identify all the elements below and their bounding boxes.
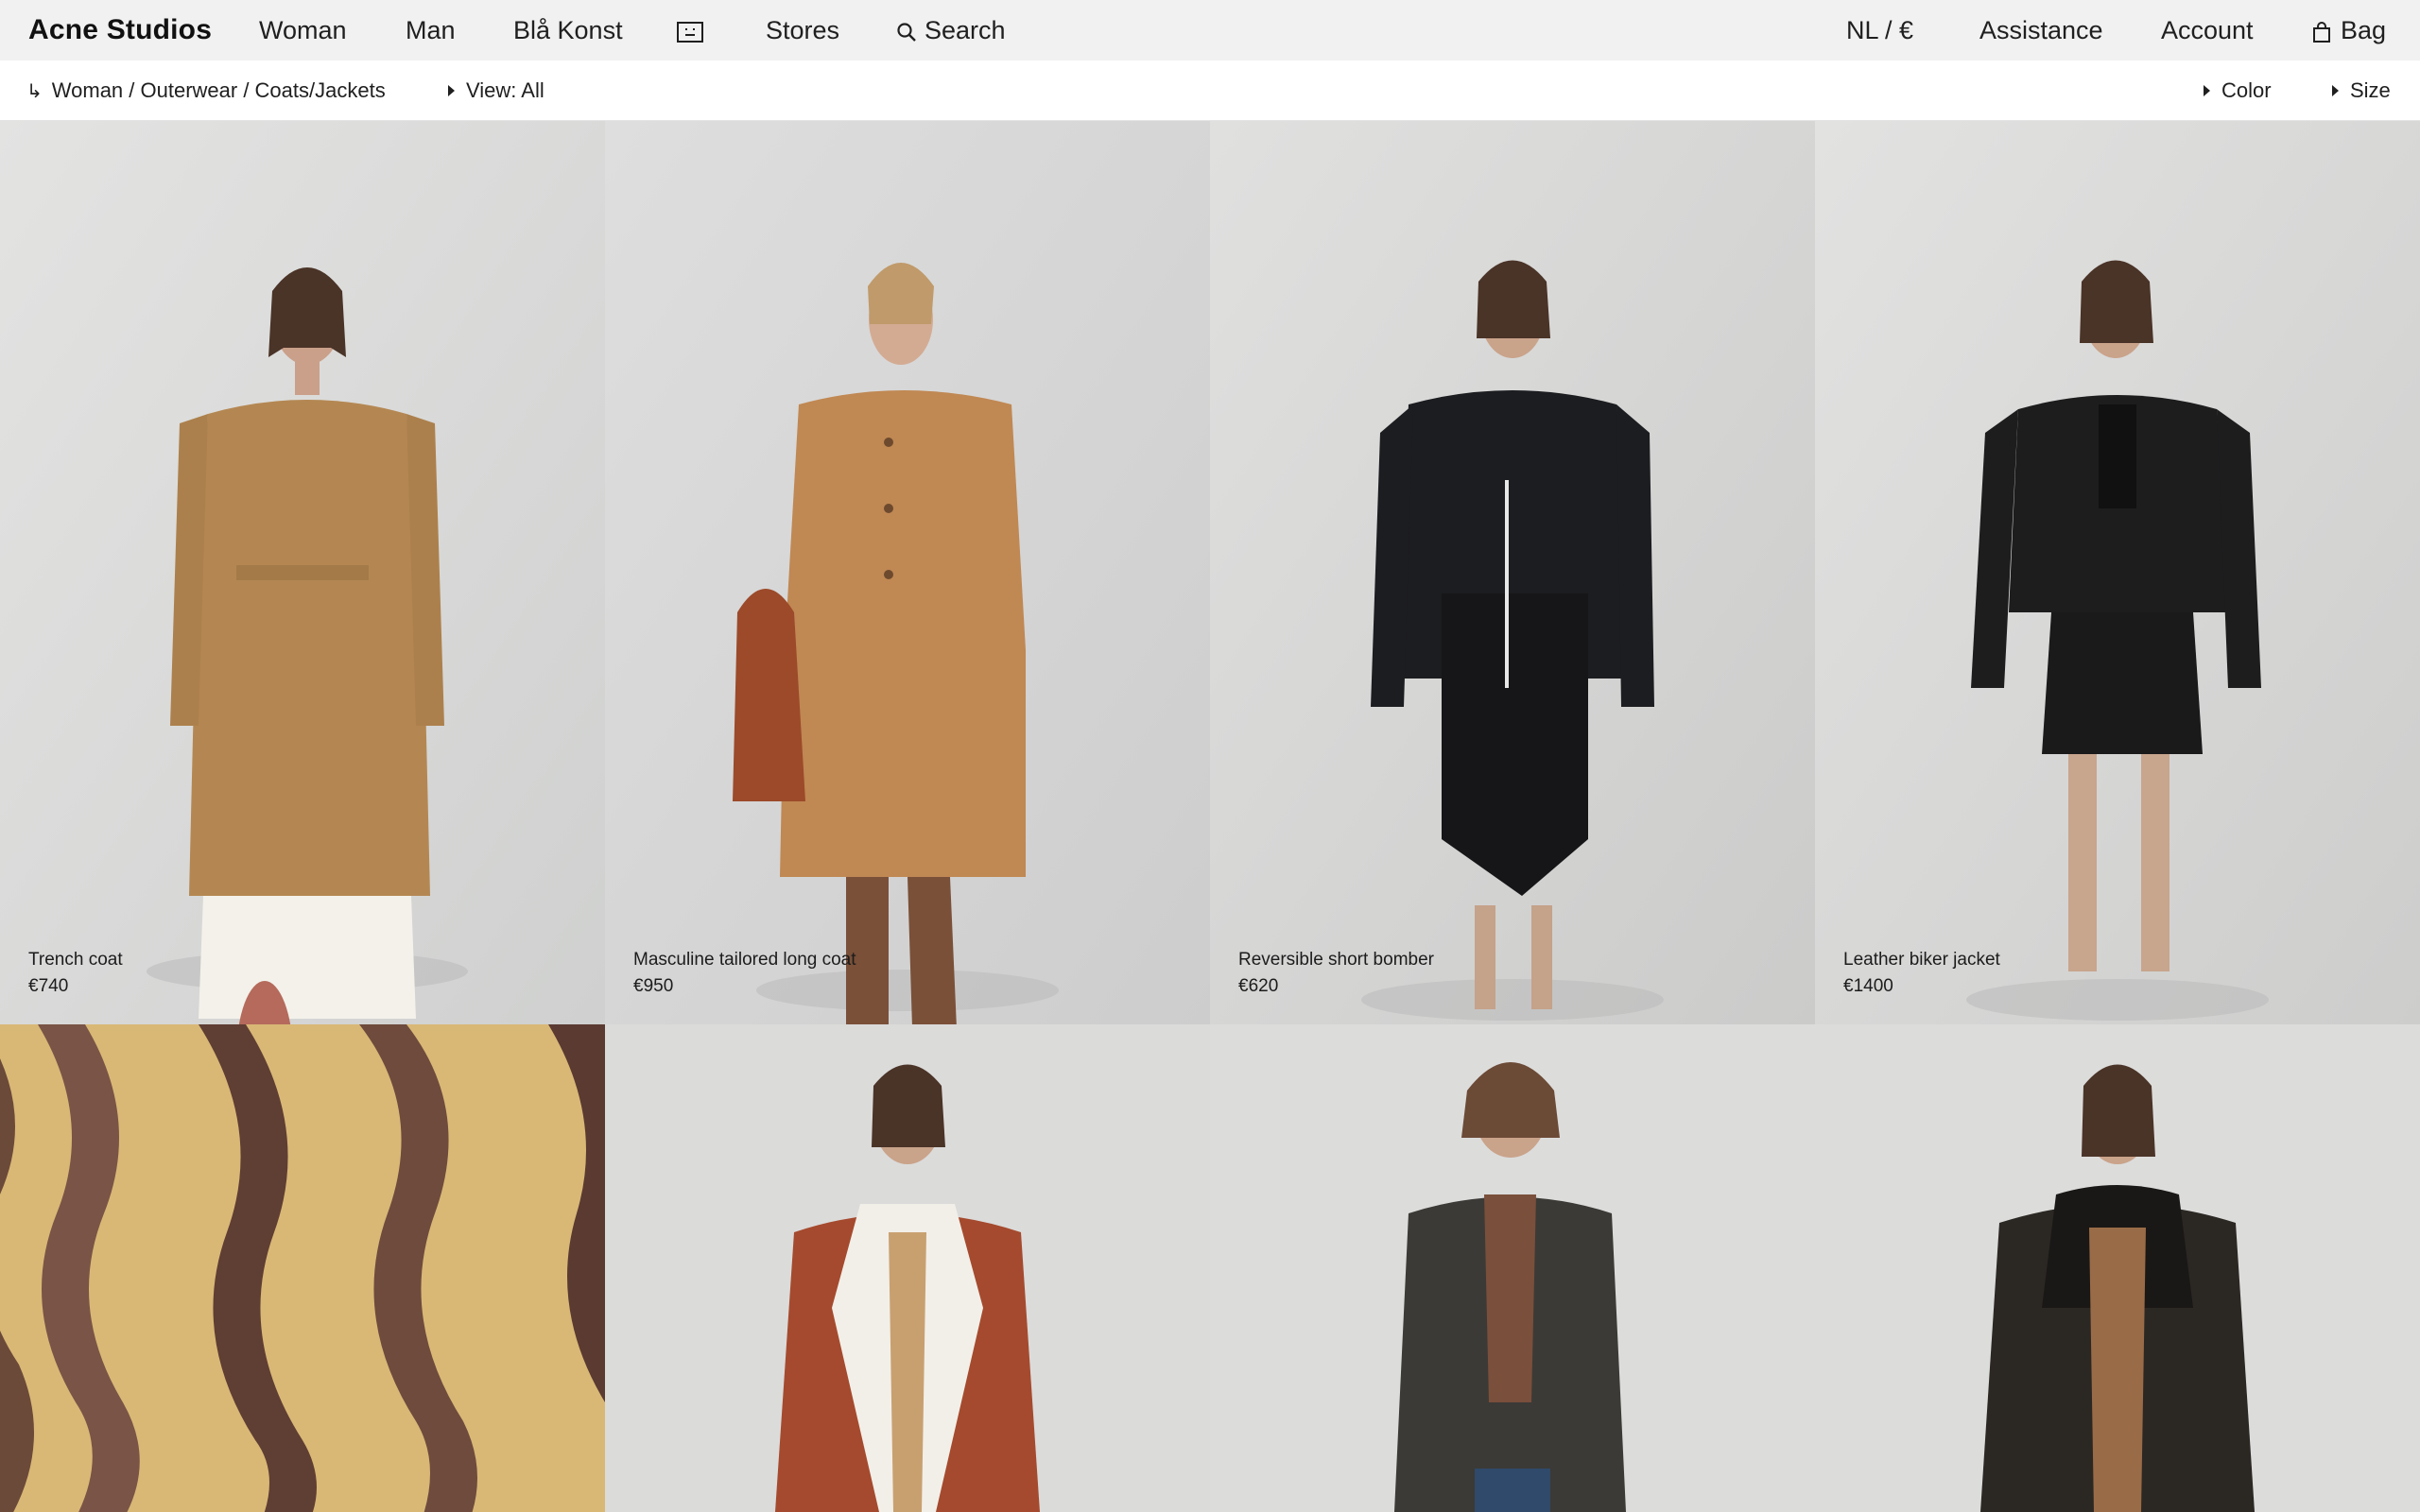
product-card[interactable]: Trench coat €740 [0,121,605,1024]
caret-right-icon [2204,85,2210,96]
bag-label: Bag [2341,16,2387,44]
color-filter[interactable]: Color [2204,60,2272,121]
product-name: Trench coat [28,950,123,970]
search-label: Search [925,16,1006,44]
locale-selector[interactable]: NL / € [1846,0,1913,60]
product-card[interactable]: Masculine tailored long coat €950 [605,121,1210,1024]
caret-right-icon [448,85,455,96]
product-name: Masculine tailored long coat [633,950,856,970]
product-image [605,1024,1210,1512]
product-card[interactable] [605,1024,1210,1512]
product-price: €950 [633,976,674,996]
bag-button[interactable]: Bag [2312,0,2386,60]
product-card[interactable] [1815,1024,2420,1512]
nav-item-man[interactable]: Man [406,0,456,60]
product-name: Leather biker jacket [1843,950,2000,970]
product-image [1815,121,2420,1024]
product-image [1210,1024,1815,1512]
search-icon [897,23,916,42]
nav-item-woman[interactable]: Woman [259,0,347,60]
product-card[interactable]: Leather biker jacket €1400 [1815,121,2420,1024]
top-navigation: Acne Studios Woman Man Blå Konst Stores … [0,0,2420,60]
product-image [1815,1024,2420,1512]
search-button[interactable]: Search [896,0,1006,60]
nav-item-bla-konst[interactable]: Blå Konst [513,0,623,60]
caret-right-icon [2332,85,2339,96]
product-image [1210,121,1815,1024]
nav-item-assistance[interactable]: Assistance [1979,0,2103,60]
nav-item-account[interactable]: Account [2161,0,2254,60]
color-label: Color [2221,78,2272,102]
size-filter[interactable]: Size [2332,60,2391,121]
product-name: Reversible short bomber [1238,950,1434,970]
product-caption: Leather biker jacket €1400 [1843,947,2000,1000]
product-card[interactable] [1210,1024,1815,1512]
filter-bar: ↳ Woman / Outerwear / Coats/Jackets View:… [0,60,2420,121]
breadcrumb-text: Woman / Outerwear / Coats/Jackets [51,78,386,102]
product-caption: Masculine tailored long coat €950 [633,947,856,1000]
editorial-image-tile[interactable] [0,1024,605,1512]
product-card[interactable]: Reversible short bomber €620 [1210,121,1815,1024]
view-all-toggle[interactable]: View: All [448,60,544,121]
product-price: €1400 [1843,976,1893,996]
brand-logo[interactable]: Acne Studios [28,0,212,60]
product-image [0,121,605,1024]
product-image [605,121,1210,1024]
bag-icon [2313,21,2330,43]
product-caption: Reversible short bomber €620 [1238,947,1434,1000]
product-caption: Trench coat €740 [28,947,123,1000]
nav-item-stores[interactable]: Stores [766,0,839,60]
face-icon[interactable] [677,0,703,60]
product-price: €620 [1238,976,1279,996]
wood-texture-image [0,1024,605,1512]
view-label: View: All [466,78,544,102]
size-label: Size [2350,78,2391,102]
product-price: €740 [28,976,69,996]
return-arrow-icon: ↳ [26,81,43,102]
breadcrumb[interactable]: ↳ Woman / Outerwear / Coats/Jackets [26,60,386,121]
product-grid: Trench coat €740 Masculine tailored long… [0,121,2420,1512]
